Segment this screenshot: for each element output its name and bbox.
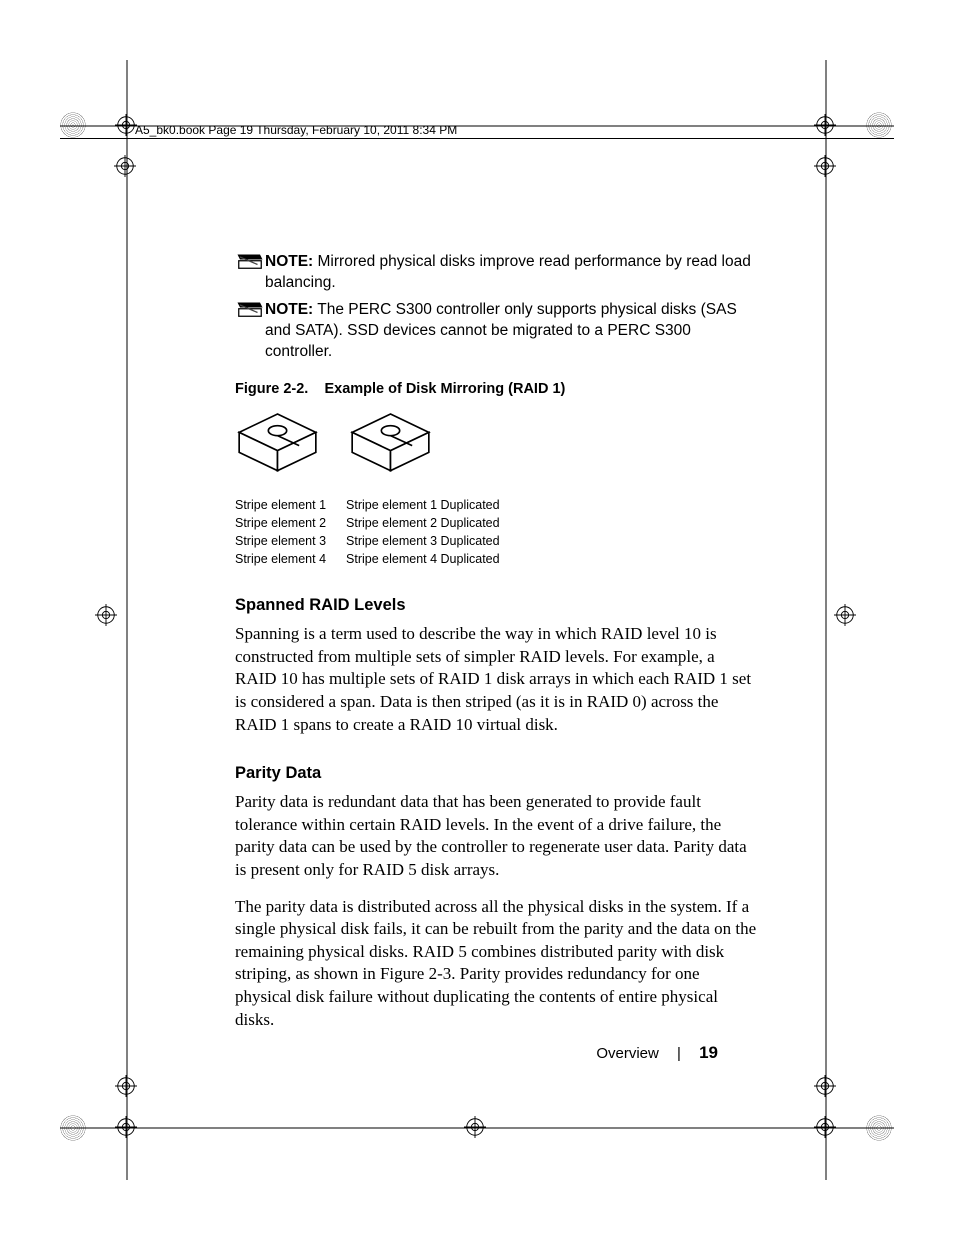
stripe-label: Stripe element 2 Duplicated	[346, 514, 500, 532]
heading-parity: Parity Data	[235, 764, 760, 783]
crop-texture-icon	[866, 112, 892, 138]
page-header: A5_bk0.book Page 19 Thursday, February 1…	[135, 123, 457, 137]
header-rule	[60, 138, 894, 140]
crop-texture-icon	[60, 112, 86, 138]
stripe-label: Stripe element 1	[235, 496, 326, 514]
registration-mark-icon	[95, 604, 117, 626]
stripe-label: Stripe element 1 Duplicated	[346, 496, 500, 514]
registration-mark-icon	[115, 1116, 137, 1138]
figure-caption-label: Figure 2-2.	[235, 381, 308, 397]
figure-caption: Figure 2-2. Example of Disk Mirroring (R…	[235, 381, 760, 397]
note-2: NOTE: The PERC S300 controller only supp…	[235, 300, 760, 363]
footer-sep: |	[677, 1045, 681, 1062]
registration-mark-icon	[814, 114, 836, 136]
disk-icon	[235, 409, 320, 484]
page-footer: Overview | 19	[0, 1043, 954, 1063]
page-content: NOTE: Mirrored physical disks improve re…	[235, 252, 760, 1045]
registration-mark-icon	[464, 1116, 486, 1138]
page-number: 19	[699, 1043, 718, 1062]
figure-labels: Stripe element 1 Stripe element 2 Stripe…	[235, 496, 760, 569]
registration-mark-icon	[814, 155, 836, 177]
figure-caption-title: Example of Disk Mirroring (RAID 1)	[324, 381, 565, 397]
figure-disks	[235, 409, 760, 484]
registration-mark-icon	[814, 1075, 836, 1097]
heading-spanned: Spanned RAID Levels	[235, 596, 760, 615]
note-label: NOTE:	[265, 301, 313, 318]
registration-mark-icon	[114, 155, 136, 177]
figure-right-col: Stripe element 1 Duplicated Stripe eleme…	[346, 496, 500, 569]
disk-icon	[348, 409, 433, 484]
note-icon	[235, 252, 265, 272]
stripe-label: Stripe element 3 Duplicated	[346, 532, 500, 550]
note-label: NOTE:	[265, 253, 313, 270]
figure-left-col: Stripe element 1 Stripe element 2 Stripe…	[235, 496, 326, 569]
stripe-label: Stripe element 4	[235, 550, 326, 568]
registration-mark-icon	[115, 1075, 137, 1097]
crop-texture-icon	[60, 1115, 86, 1141]
registration-mark-icon	[834, 604, 856, 626]
stripe-label: Stripe element 3	[235, 532, 326, 550]
crop-texture-icon	[866, 1115, 892, 1141]
para-spanned: Spanning is a term used to describe the …	[235, 623, 760, 736]
note-body: Mirrored physical disks improve read per…	[265, 253, 751, 291]
stripe-label: Stripe element 2	[235, 514, 326, 532]
para-parity-1: Parity data is redundant data that has b…	[235, 791, 760, 881]
stripe-label: Stripe element 4 Duplicated	[346, 550, 500, 568]
registration-mark-icon	[115, 114, 137, 136]
registration-mark-icon	[814, 1116, 836, 1138]
note-1: NOTE: Mirrored physical disks improve re…	[235, 252, 760, 294]
note-text: NOTE: The PERC S300 controller only supp…	[265, 300, 760, 363]
note-text: NOTE: Mirrored physical disks improve re…	[265, 252, 760, 294]
note-icon	[235, 300, 265, 320]
para-parity-2: The parity data is distributed across al…	[235, 896, 760, 1032]
note-body: The PERC S300 controller only supports p…	[265, 301, 737, 360]
footer-section: Overview	[596, 1045, 659, 1062]
